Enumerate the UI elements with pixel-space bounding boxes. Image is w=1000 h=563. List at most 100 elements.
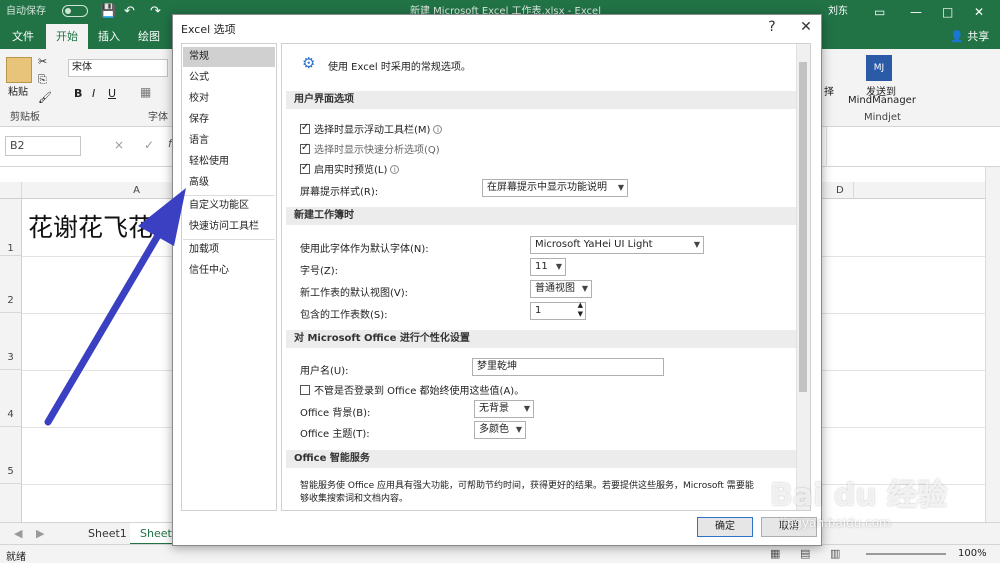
scroll-thumb[interactable] [799, 62, 807, 392]
share-button[interactable]: 👤 共享 [940, 24, 999, 49]
mini-toolbar-checkbox[interactable] [300, 122, 310, 134]
nav-trust-center[interactable]: 信任中心 [183, 261, 275, 281]
stepper-arrows-icon[interactable]: ▲ ▼ [578, 301, 583, 319]
tab-insert[interactable]: 插入 [88, 24, 130, 49]
always-use-label: 不管是否登录到 Office 都始终使用这些值(A)。 [314, 386, 525, 397]
always-use-checkbox[interactable] [300, 385, 310, 395]
mini-toolbar-option[interactable]: 选择时显示浮动工具栏(M)i [300, 121, 443, 136]
cancel-edit-icon[interactable]: × [114, 138, 124, 152]
border-icon[interactable]: ▦ [140, 85, 151, 99]
underline-button[interactable]: U [108, 87, 116, 100]
row-header-1[interactable]: 1 [0, 199, 22, 256]
ok-button[interactable]: 确定 [697, 517, 753, 537]
background-select[interactable]: 无背景 ▼ [474, 400, 534, 418]
sheet-count-label: 包含的工作表数(S): [300, 310, 388, 321]
enter-edit-icon[interactable]: ✓ [144, 138, 154, 152]
intro-text: 使用 Excel 时采用的常规选项。 [328, 62, 471, 73]
chevron-down-icon: ▼ [523, 404, 530, 413]
info-icon[interactable]: i [433, 125, 443, 134]
close-icon[interactable]: ✕ [974, 0, 984, 24]
quick-analysis-checkbox[interactable] [300, 142, 310, 154]
status-ready: 就绪 [6, 552, 26, 563]
nav-general[interactable]: 常规 [183, 47, 275, 67]
quick-analysis-option[interactable]: 选择时显示快速分析选项(Q) [300, 141, 440, 156]
row-header-3[interactable]: 3 [0, 313, 22, 370]
nav-quick-access-toolbar[interactable]: 快速访问工具栏 [183, 217, 275, 237]
font-group-label: 字体 [148, 112, 168, 123]
font-size-select[interactable]: 11 ▼ [530, 258, 566, 276]
nav-customize-ribbon[interactable]: 自定义功能区 [183, 196, 275, 216]
paste-icon[interactable] [6, 57, 32, 83]
page-layout-icon[interactable]: ▤ [800, 547, 810, 560]
normal-view-icon[interactable]: ▦ [770, 547, 780, 560]
next-sheet-icon[interactable]: ▶ [26, 523, 54, 545]
nav-proofing[interactable]: 校对 [183, 89, 275, 109]
ribbon-display-icon[interactable]: ▭ [874, 0, 885, 24]
default-font-select[interactable]: Microsoft YaHei UI Light ▼ [530, 236, 704, 254]
live-preview-checkbox[interactable] [300, 162, 310, 174]
sheet-tab-1[interactable]: Sheet1 [78, 523, 137, 545]
nav-language[interactable]: 语言 [183, 131, 275, 151]
mindmanager-line2[interactable]: MindManager [848, 95, 916, 106]
help-icon[interactable]: ? [761, 17, 783, 37]
tab-home[interactable]: 开始 [46, 24, 88, 49]
autosave-toggle[interactable] [58, 0, 88, 24]
content-scrollbar[interactable] [796, 44, 810, 510]
baidu-watermark-url: jingyan.baidu.com [780, 516, 891, 530]
default-view-select[interactable]: 普通视图 ▼ [530, 280, 592, 298]
row-header-5[interactable]: 5 [0, 427, 22, 484]
default-view-value: 普通视图 [535, 283, 575, 294]
chevron-down-icon: ▼ [617, 183, 624, 192]
close-icon[interactable]: ✕ [795, 17, 817, 37]
tab-file[interactable]: 文件 [2, 24, 44, 49]
cell-a1[interactable]: 花谢花飞花 [28, 208, 153, 244]
nav-save[interactable]: 保存 [183, 110, 275, 130]
options-content[interactable]: ⚙ 使用 Excel 时采用的常规选项。 用户界面选项 选择时显示浮动工具栏(M… [281, 43, 811, 511]
row-header-2[interactable]: 2 [0, 256, 22, 313]
screentip-select[interactable]: 在屏幕提示中显示功能说明 ▼ [482, 179, 628, 197]
tab-draw[interactable]: 绘图 [128, 24, 170, 49]
bold-button[interactable]: B [74, 87, 82, 100]
formula-input[interactable] [826, 127, 1000, 167]
paste-label[interactable]: 粘贴 [8, 83, 28, 98]
select-all-corner[interactable] [0, 182, 22, 199]
italic-button[interactable]: I [92, 87, 95, 100]
undo-icon[interactable]: ↶ [124, 0, 135, 24]
options-nav: 常规 公式 校对 保存 语言 轻松使用 高级 自定义功能区 快速访问工具栏 加载… [181, 43, 277, 511]
format-painter-icon[interactable]: 🖌 [38, 91, 52, 104]
theme-select[interactable]: 多颜色 ▼ [474, 421, 526, 439]
font-name-box[interactable]: 宋体 [68, 59, 168, 77]
font-size-value: 11 [535, 261, 548, 272]
live-preview-option[interactable]: 启用实时预览(L)i [300, 161, 400, 176]
sheet-count-stepper[interactable]: 1 ▲ ▼ [530, 301, 586, 320]
section-new-workbook: 新建工作簿时 [286, 207, 796, 225]
nav-advanced[interactable]: 高级 [183, 173, 275, 193]
nav-add-ins[interactable]: 加载项 [183, 240, 275, 260]
username-input[interactable]: 梦里乾坤 [472, 358, 664, 376]
redo-icon[interactable]: ↷ [150, 0, 161, 24]
page-break-icon[interactable]: ▥ [830, 547, 840, 560]
cut-icon[interactable]: ✂ [38, 55, 47, 68]
nav-formulas[interactable]: 公式 [183, 68, 275, 88]
background-value: 无背景 [479, 403, 509, 414]
mindmanager-icon[interactable]: MJ [866, 55, 892, 81]
zoom-slider[interactable] [866, 553, 946, 555]
name-box[interactable]: B2 [5, 136, 81, 156]
share-label: 共享 [967, 30, 990, 43]
vertical-scrollbar[interactable] [985, 167, 1000, 522]
info-icon[interactable]: i [390, 165, 400, 174]
user-name[interactable]: 刘东 [828, 0, 848, 24]
save-icon[interactable]: 💾 [100, 0, 116, 24]
row-header-4[interactable]: 4 [0, 370, 22, 427]
maximize-icon[interactable]: □ [942, 0, 953, 24]
zoom-level[interactable]: 100% [958, 548, 987, 559]
nav-accessibility[interactable]: 轻松使用 [183, 152, 275, 172]
quick-analysis-label: 选择时显示快速分析选项(Q) [314, 145, 440, 156]
chevron-down-icon: ▼ [693, 240, 700, 249]
col-header-d[interactable]: D [822, 182, 854, 199]
minimize-icon[interactable]: — [910, 0, 922, 24]
screentip-value: 在屏幕提示中显示功能说明 [487, 182, 607, 193]
copy-icon[interactable]: ⎘ [38, 73, 47, 87]
always-use-option[interactable]: 不管是否登录到 Office 都始终使用这些值(A)。 [300, 382, 524, 397]
row-header-6[interactable] [0, 484, 22, 522]
